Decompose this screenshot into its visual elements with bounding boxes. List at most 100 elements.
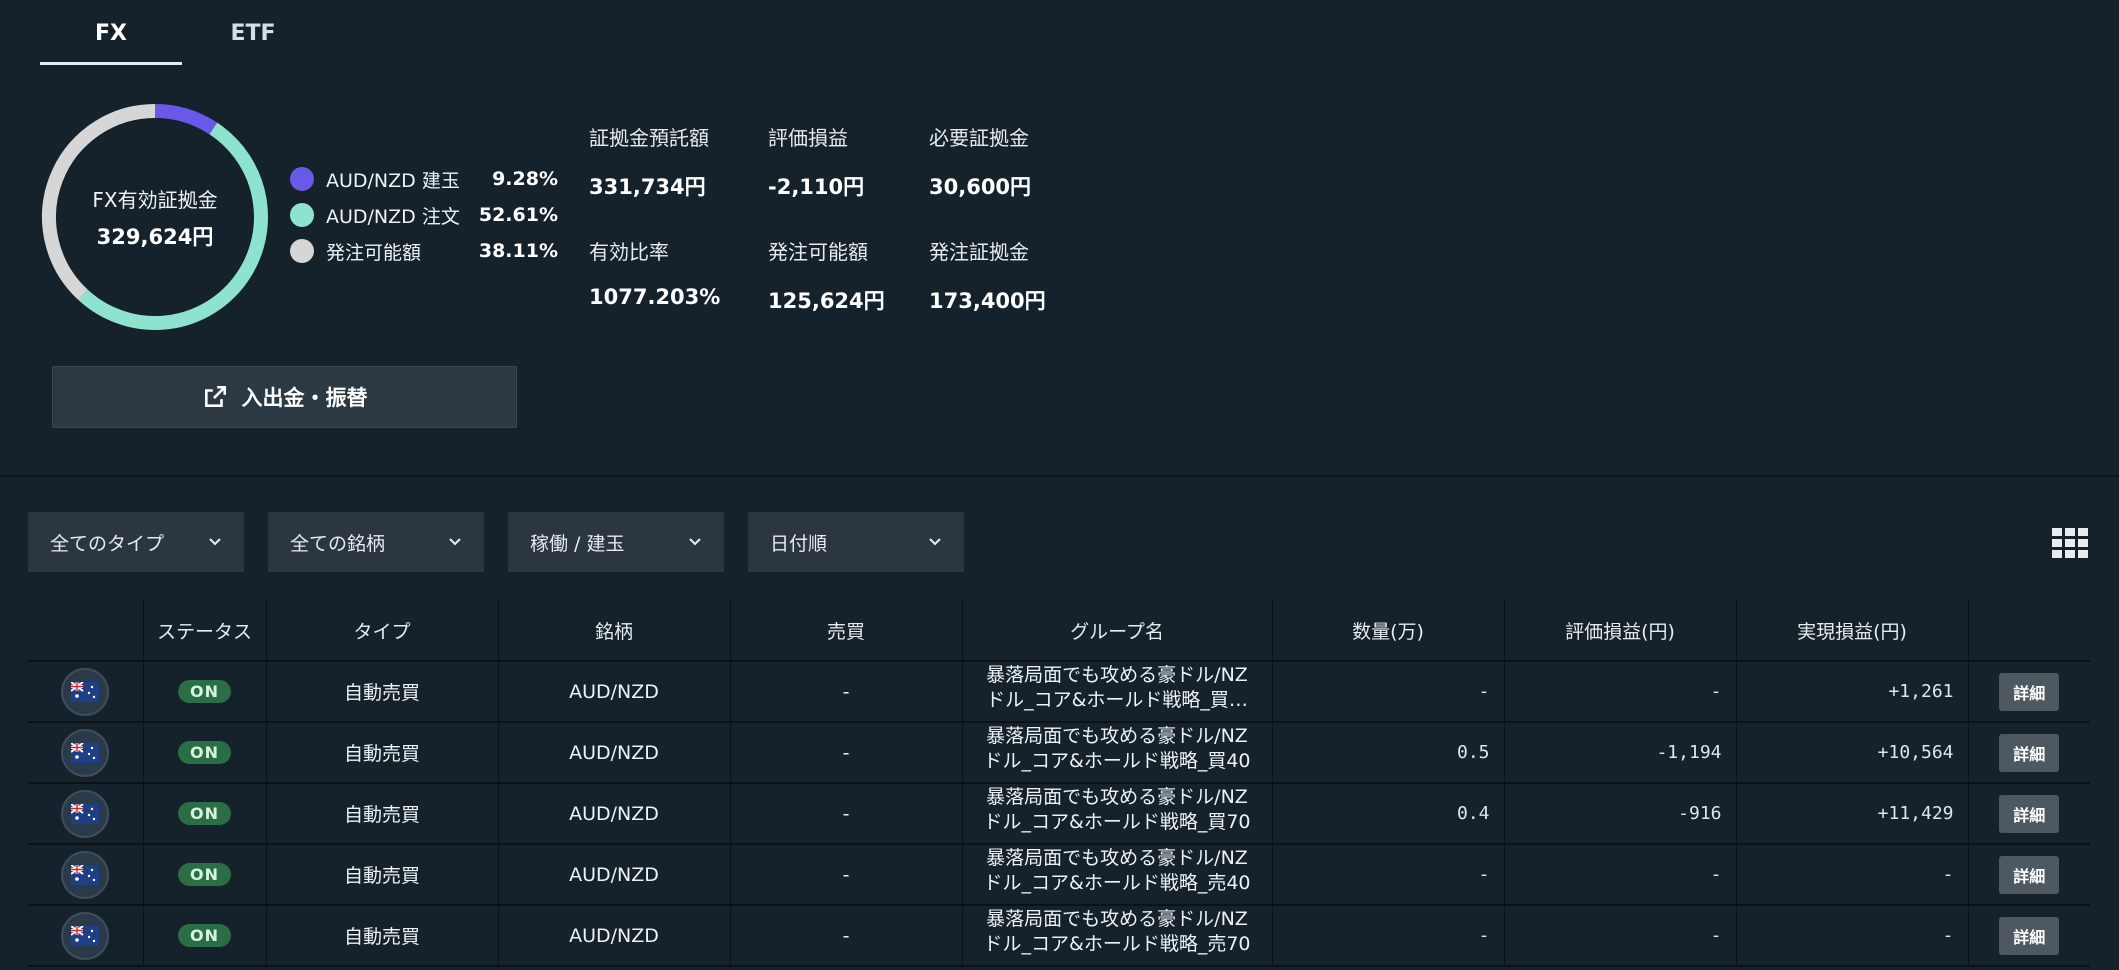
stat-label: 発注証拠金 [929, 240, 1029, 264]
table-row[interactable]: ON 自動売買 AUD/NZD - 暴落局面でも攻める豪ドル/NZ ドル_コア&ホ… [28, 905, 2090, 967]
column-header[interactable]: 数量(万) [1272, 600, 1505, 662]
group-name-line: ドル_コア&ホールド戦略_売70 [983, 933, 1251, 955]
column-header[interactable]: タイプ [266, 600, 499, 662]
group-name-cell: 暴落局面でも攻める豪ドル/NZ ドル_コア&ホールド戦略_買… [962, 661, 1273, 723]
au-flag-icon [61, 789, 110, 838]
legend-label: AUD/NZD 建玉 [326, 169, 460, 192]
group-name-line: 暴落局面でも攻める豪ドル/NZ [986, 908, 1248, 930]
stat-value: -2,110円 [768, 175, 865, 199]
filter-value: 全ての銘柄 [290, 532, 386, 555]
table-row[interactable]: ON 自動売買 AUD/NZD - 暴落局面でも攻める豪ドル/NZ ドル_コア&ホ… [28, 661, 2090, 723]
realized-pl-cell: +10,564 [1736, 722, 1969, 784]
stat-label: 発注可能額 [768, 240, 868, 264]
group-name-cell: 暴落局面でも攻める豪ドル/NZ ドル_コア&ホールド戦略_買70 [962, 783, 1273, 845]
filter-value: 稼働 / 建玉 [530, 532, 625, 555]
donut-center: FX有効証拠金 329,624円 [38, 100, 272, 334]
donut-center-value: 329,624円 [96, 224, 214, 249]
realized-pl-cell: +11,429 [1736, 783, 1969, 845]
detail-button[interactable]: 詳細 [1999, 672, 2060, 711]
detail-button[interactable]: 詳細 [1999, 794, 2060, 833]
quantity-cell: - [1272, 905, 1505, 967]
legend-label: 発注可能額 [326, 241, 422, 264]
tab-fx[interactable]: FX [40, 0, 182, 66]
table-row[interactable]: ON 自動売買 AUD/NZD - 暴落局面でも攻める豪ドル/NZ ドル_コア&ホ… [28, 722, 2090, 784]
symbol-filter-select[interactable]: 全ての銘柄 [268, 512, 484, 572]
chevron-down-icon [449, 538, 461, 546]
detail-button[interactable]: 詳細 [1999, 916, 2060, 955]
column-header[interactable]: 実現損益(円) [1736, 600, 1969, 662]
quantity-cell: - [1272, 661, 1505, 723]
active-tab-indicator [40, 62, 182, 65]
type-cell: 自動売買 [266, 905, 499, 967]
group-name-line: ドル_コア&ホールド戦略_売40 [983, 872, 1251, 894]
column-header [1968, 600, 2090, 662]
status-badge: ON [178, 863, 231, 886]
symbol-cell: AUD/NZD [498, 905, 731, 967]
column-header[interactable]: ステータス [143, 600, 267, 662]
unrealized-pl-cell: - [1504, 661, 1737, 723]
column-header[interactable]: 売買 [730, 600, 963, 662]
chevron-down-icon [689, 538, 701, 546]
deposit-withdraw-transfer-button[interactable]: 入出金・振替 [52, 366, 517, 428]
quantity-cell: 0.4 [1272, 783, 1505, 845]
column-header[interactable]: 銘柄 [498, 600, 731, 662]
chevron-down-icon [209, 538, 221, 546]
group-name-line: 暴落局面でも攻める豪ドル/NZ [986, 786, 1248, 808]
group-name-line: ドル_コア&ホールド戦略_買… [986, 689, 1248, 711]
group-name-line: ドル_コア&ホールド戦略_買40 [983, 750, 1251, 772]
table-row[interactable]: ON 自動売買 AUD/NZD - 暴落局面でも攻める豪ドル/NZ ドル_コア&ホ… [28, 844, 2090, 906]
group-name-cell: 暴落局面でも攻める豪ドル/NZ ドル_コア&ホールド戦略_売40 [962, 844, 1273, 906]
legend-percent: 38.11% [478, 240, 558, 262]
stat-unrealized-pl: 評価損益 -2,110円 [768, 122, 864, 201]
side-cell: - [730, 661, 963, 723]
stat-order-margin: 発注証拠金 173,400円 [929, 236, 1046, 315]
stat-value: 331,734円 [589, 175, 706, 199]
type-filter-select[interactable]: 全てのタイプ [28, 512, 244, 572]
au-flag-icon [61, 667, 110, 716]
group-name-line: 暴落局面でも攻める豪ドル/NZ [986, 847, 1248, 869]
legend-dot-order [290, 203, 314, 227]
symbol-cell: AUD/NZD [498, 661, 731, 723]
table-row[interactable]: ON 自動売買 AUD/NZD - 暴落局面でも攻める豪ドル/NZ ドル_コア&ホ… [28, 783, 2090, 845]
stat-value: 1077.203% [589, 285, 721, 309]
auto-trade-table: ステータス タイプ 銘柄 売買 グループ名 数量(万) 評価損益(円) 実現損益… [28, 600, 2090, 967]
legend-percent: 52.61% [478, 204, 558, 226]
stat-label: 必要証拠金 [929, 126, 1029, 150]
side-cell: - [730, 844, 963, 906]
column-header[interactable]: 評価損益(円) [1504, 600, 1737, 662]
quantity-cell: 0.5 [1272, 722, 1505, 784]
legend-percent: 9.28% [492, 168, 558, 190]
sort-order-select[interactable]: 日付順 [748, 512, 964, 572]
legend-label: AUD/NZD 注文 [326, 205, 460, 228]
legend-dot-available [290, 239, 314, 263]
symbol-cell: AUD/NZD [498, 844, 731, 906]
status-filter-select[interactable]: 稼働 / 建玉 [508, 512, 724, 572]
table-header-row: ステータス タイプ 銘柄 売買 グループ名 数量(万) 評価損益(円) 実現損益… [28, 600, 2090, 662]
donut-center-label: FX有効証拠金 [92, 187, 218, 212]
tab-etf[interactable]: ETF [182, 0, 324, 66]
stat-available-order: 発注可能額 125,624円 [768, 236, 885, 315]
detail-button[interactable]: 詳細 [1999, 733, 2060, 772]
column-header [28, 600, 144, 662]
legend-item-order: AUD/NZD 注文 52.61% [290, 197, 558, 233]
side-cell: - [730, 905, 963, 967]
group-name-cell: 暴落局面でも攻める豪ドル/NZ ドル_コア&ホールド戦略_買40 [962, 722, 1273, 784]
side-cell: - [730, 722, 963, 784]
detail-button[interactable]: 詳細 [1999, 855, 2060, 894]
au-flag-icon [61, 728, 110, 777]
unrealized-pl-cell: - [1504, 844, 1737, 906]
column-header[interactable]: グループ名 [962, 600, 1273, 662]
stat-required-margin: 必要証拠金 30,600円 [929, 122, 1031, 201]
realized-pl-cell: - [1736, 844, 1969, 906]
type-cell: 自動売買 [266, 661, 499, 723]
external-link-icon [204, 385, 226, 407]
symbol-cell: AUD/NZD [498, 783, 731, 845]
transfer-button-label: 入出金・振替 [241, 386, 368, 410]
unrealized-pl-cell: -916 [1504, 783, 1737, 845]
stat-effective-ratio: 有効比率 1077.203% [589, 236, 720, 309]
stat-label: 証拠金預託額 [589, 126, 709, 150]
symbol-cell: AUD/NZD [498, 722, 731, 784]
stat-value: 173,400円 [929, 289, 1046, 313]
group-name-line: 暴落局面でも攻める豪ドル/NZ [986, 664, 1248, 686]
grid-view-icon[interactable] [2052, 528, 2088, 558]
